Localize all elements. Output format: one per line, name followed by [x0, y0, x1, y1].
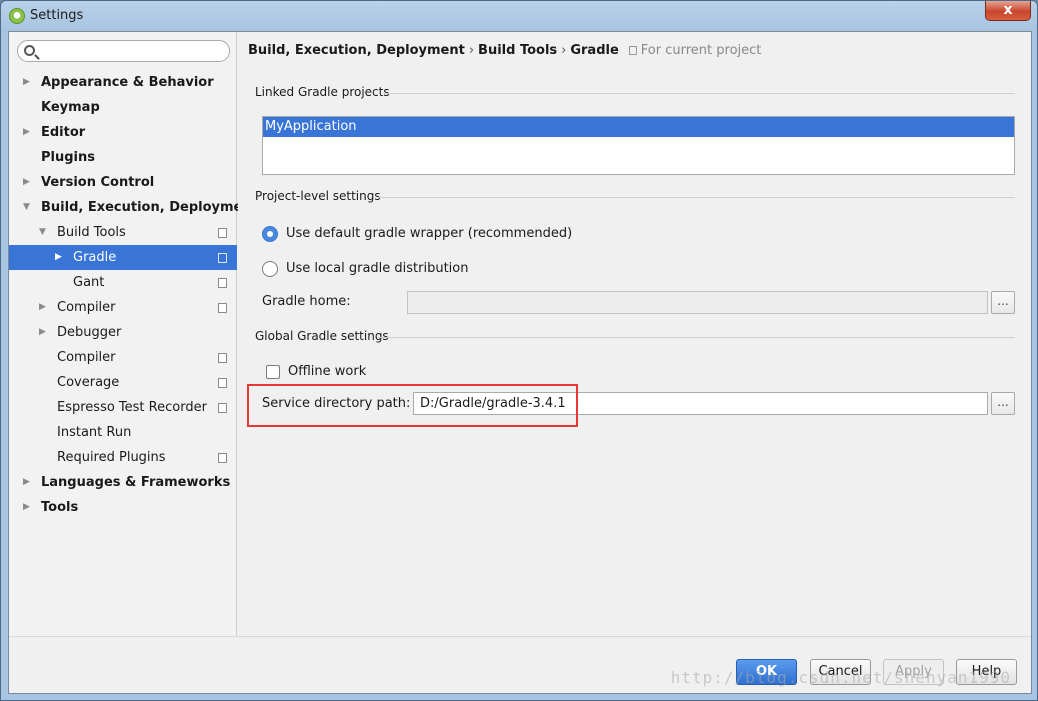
sidebar-item-editor[interactable]: ▶ Editor [9, 120, 237, 145]
android-studio-icon [9, 8, 25, 24]
section-divider [383, 93, 1015, 94]
breadcrumb-item: Build, Execution, Deployment [248, 43, 465, 58]
section-divider [378, 337, 1015, 338]
service-directory-browse-button[interactable]: ... [991, 392, 1015, 415]
checkbox[interactable] [266, 365, 280, 379]
use-default-wrapper-radio[interactable]: Use default gradle wrapper (recommended) [262, 224, 582, 244]
section-title-global: Global Gradle settings [255, 329, 389, 343]
dialog-button-bar: OK Cancel Apply Help http://blog.csdn.ne… [9, 636, 1031, 693]
collapsed-arrow-icon[interactable]: ▶ [55, 245, 65, 270]
sidebar-item-label: Compiler [57, 350, 116, 365]
project-scope-icon [216, 226, 227, 238]
sidebar-item-label: Build, Execution, Deployment [41, 200, 258, 215]
offline-work-checkbox[interactable]: Offline work [266, 362, 386, 382]
collapsed-arrow-icon[interactable]: ▶ [23, 170, 33, 195]
dialog-body: ▶ Appearance & Behavior Keymap ▶ Editor Plugi… [8, 31, 1032, 694]
sidebar-item-label: Plugins [41, 150, 95, 165]
sidebar-item-label: Gradle [73, 250, 117, 265]
section-title-project-level: Project-level settings [255, 189, 381, 203]
close-button[interactable]: x [985, 1, 1031, 21]
collapsed-arrow-icon[interactable]: ▶ [23, 70, 33, 95]
sidebar-item-gant[interactable]: Gant [9, 270, 237, 295]
sidebar-item-required-plugins[interactable]: Required Plugins [9, 445, 237, 470]
gradle-home-label: Gradle home: [262, 294, 351, 309]
sidebar-item-label: Languages & Frameworks [41, 475, 231, 490]
sidebar-item-compiler[interactable]: Compiler [9, 345, 237, 370]
linked-projects-list[interactable]: MyApplication [262, 116, 1015, 175]
sidebar-item-tools[interactable]: ▶ Tools [9, 495, 237, 520]
sidebar-item-label: Editor [41, 125, 86, 140]
sidebar-item-debugger[interactable]: ▶ Debugger [9, 320, 237, 345]
sidebar-item-label: Appearance & Behavior [41, 75, 214, 90]
sidebar-item-label: Espresso Test Recorder [57, 400, 207, 415]
gradle-home-browse-button[interactable]: ... [991, 291, 1015, 314]
gradle-settings-panel: Build, Execution, Deployment › Build Tools… [238, 32, 1031, 636]
breadcrumb-item: Gradle [570, 43, 619, 58]
list-item[interactable]: MyApplication [263, 117, 1014, 137]
radio-button[interactable] [262, 261, 278, 277]
sidebar-item-keymap[interactable]: Keymap [9, 95, 237, 120]
sidebar-item-build-execution-deployment[interactable]: ▼ Build, Execution, Deployment [9, 195, 258, 220]
collapsed-arrow-icon[interactable]: ▶ [39, 320, 49, 345]
sidebar-item-label: Build Tools [57, 225, 126, 240]
sidebar-item-appearance-behavior[interactable]: ▶ Appearance & Behavior [9, 70, 237, 95]
project-scope-icon [628, 46, 637, 55]
settings-tree: ▶ Appearance & Behavior Keymap ▶ Editor Plugi… [9, 70, 258, 520]
project-scope-icon [216, 451, 227, 463]
breadcrumb-separator: › [468, 43, 475, 58]
title-bar[interactable]: Settings x [1, 1, 1037, 31]
checkbox-label: Offline work [288, 364, 367, 379]
project-scope-icon [216, 301, 227, 313]
sidebar-item-languages-frameworks[interactable]: ▶ Languages & Frameworks [9, 470, 237, 495]
search-input[interactable] [17, 40, 230, 62]
radio-button-selected[interactable] [262, 226, 278, 242]
breadcrumb-separator: › [561, 43, 567, 58]
sidebar-item-label: Debugger [57, 325, 122, 340]
sidebar-item-label: Instant Run [57, 425, 132, 440]
expanded-arrow-icon[interactable]: ▼ [39, 220, 49, 245]
settings-window: Settings x ▶ Appearance & Behavior Keymap ▶… [0, 0, 1038, 701]
sidebar-item-gradle[interactable]: ▶ Gradle [9, 245, 237, 270]
project-scope-icon [216, 401, 227, 413]
expanded-arrow-icon[interactable]: ▼ [23, 195, 33, 220]
sidebar-item-coverage[interactable]: Coverage [9, 370, 237, 395]
search-icon [24, 45, 35, 56]
radio-label: Use local gradle distribution [286, 261, 469, 276]
sidebar-item-espresso-test-recorder[interactable]: Espresso Test Recorder [9, 395, 237, 420]
collapsed-arrow-icon[interactable]: ▶ [23, 470, 33, 495]
sidebar-item-version-control[interactable]: ▶ Version Control [9, 170, 237, 195]
section-divider [378, 197, 1015, 198]
sidebar-item-label: Tools [41, 500, 79, 515]
radio-label: Use default gradle wrapper (recommended) [286, 226, 573, 241]
breadcrumb: Build, Execution, Deployment › Build Tools… [248, 43, 761, 58]
gradle-home-field [407, 291, 988, 314]
watermark: http://blog.csdn.net/shenyan1990 [670, 668, 1011, 687]
sidebar-item-label: Required Plugins [57, 450, 166, 465]
annotation-highlight-box [247, 384, 578, 427]
sidebar-item-label: Keymap [41, 100, 100, 115]
sidebar-item-plugins[interactable]: Plugins [9, 145, 237, 170]
sidebar-item-compiler[interactable]: ▶ Compiler [9, 295, 237, 320]
sidebar-item-label: Coverage [57, 375, 120, 390]
collapsed-arrow-icon[interactable]: ▶ [23, 120, 33, 145]
sidebar-item-label: Compiler [57, 300, 116, 315]
sidebar-item-label: Version Control [41, 175, 155, 190]
project-scope-icon [216, 351, 227, 363]
project-scope-icon [216, 276, 227, 288]
collapsed-arrow-icon[interactable]: ▶ [39, 295, 49, 320]
use-local-distribution-radio[interactable]: Use local gradle distribution [262, 259, 502, 279]
sidebar-item-instant-run[interactable]: Instant Run [9, 420, 237, 445]
collapsed-arrow-icon[interactable]: ▶ [23, 495, 33, 520]
sidebar-item-label: Gant [73, 275, 105, 290]
project-scope-icon [216, 376, 227, 388]
project-scope-icon [216, 251, 227, 263]
settings-sidebar: ▶ Appearance & Behavior Keymap ▶ Editor Plugi… [9, 32, 258, 636]
section-title-linked: Linked Gradle projects [255, 85, 390, 99]
breadcrumb-item: Build Tools [478, 43, 558, 58]
window-title: Settings [30, 8, 84, 23]
scope-label: For current project [640, 43, 762, 58]
sidebar-item-build-tools[interactable]: ▼ Build Tools [9, 220, 237, 245]
